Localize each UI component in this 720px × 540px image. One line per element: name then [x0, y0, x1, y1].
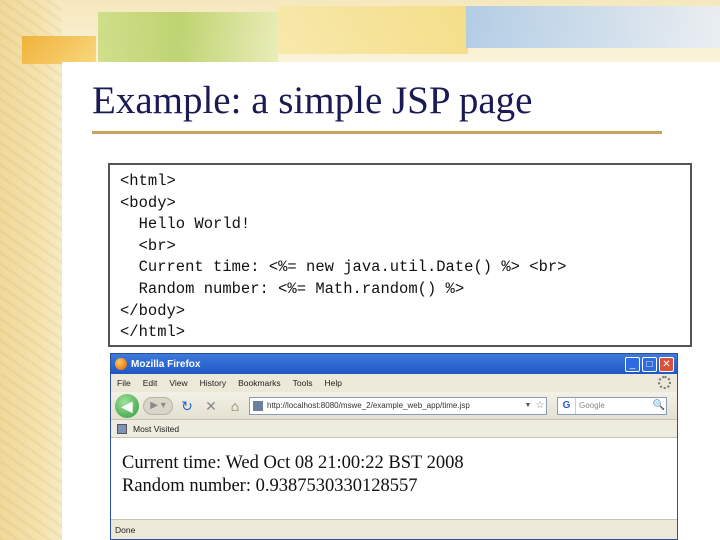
minimize-button[interactable]: _ [625, 356, 640, 372]
menu-edit[interactable]: Edit [143, 378, 158, 388]
menu-file[interactable]: File [117, 378, 131, 388]
loading-throbber-icon [658, 376, 671, 389]
status-text: Done [115, 525, 136, 535]
title-underline [92, 131, 662, 134]
status-bar: Done [111, 519, 677, 539]
firefox-logo-icon [115, 358, 127, 370]
code-line: Current time: <%= new java.util.Date() %… [120, 258, 567, 277]
search-icon[interactable]: 🔍 [652, 400, 666, 411]
decorative-orange-block [22, 36, 96, 64]
stop-icon[interactable]: ✕ [201, 396, 221, 416]
code-listing: <html> <body> Hello World! <br> Current … [108, 163, 692, 347]
decorative-blue-block [466, 6, 720, 48]
code-line: </html> [120, 323, 186, 342]
menu-view[interactable]: View [169, 378, 187, 388]
url-bar[interactable]: http://localhost:8080/mswe_2/example_web… [249, 396, 547, 415]
menu-bookmarks[interactable]: Bookmarks [238, 378, 281, 388]
code-line: </body> [120, 301, 186, 320]
decorative-yellow-block [278, 6, 468, 54]
slide-left-band [0, 0, 62, 540]
navigation-toolbar: ◀ ▶ ▾ ↻ ✕ ⌂ http://localhost:8080/mswe_2… [111, 392, 677, 420]
search-engine-icon[interactable]: G [558, 397, 576, 414]
code-line: <body> [120, 193, 176, 212]
page-random-number: Random number: 0.9387530330128557 [122, 476, 418, 496]
bookmarks-toolbar: Most Visited [111, 420, 677, 438]
window-controls: _ □ ✕ [625, 356, 677, 372]
menu-help[interactable]: Help [324, 378, 341, 388]
menu-history[interactable]: History [200, 378, 226, 388]
home-icon[interactable]: ⌂ [225, 396, 245, 416]
menu-tools[interactable]: Tools [293, 378, 313, 388]
url-dropdown-icon[interactable]: ▼ [522, 402, 534, 409]
page-current-time: Current time: Wed Oct 08 21:00:22 BST 20… [122, 453, 464, 473]
page-favicon-icon [253, 400, 263, 411]
slide-title: Example: a simple JSP page [92, 79, 533, 122]
search-input[interactable]: Google [576, 401, 652, 410]
close-button[interactable]: ✕ [659, 356, 674, 372]
decorative-green-block [98, 12, 278, 62]
page-content: Current time: Wed Oct 08 21:00:22 BST 20… [111, 438, 677, 518]
bookmark-star-icon[interactable]: ☆ [534, 400, 546, 411]
back-button[interactable]: ◀ [115, 393, 139, 418]
code-line: Random number: <%= Math.random() %> [120, 279, 465, 298]
maximize-button[interactable]: □ [642, 356, 657, 372]
browser-title: Mozilla Firefox [131, 358, 201, 370]
code-line: Hello World! [120, 215, 251, 234]
search-bar[interactable]: G Google 🔍 [557, 396, 667, 415]
browser-window: Mozilla Firefox _ □ ✕ File Edit View His… [110, 353, 678, 540]
bookmark-folder-icon [117, 423, 127, 434]
menu-bar: File Edit View History Bookmarks Tools H… [111, 374, 677, 392]
url-text[interactable]: http://localhost:8080/mswe_2/example_web… [267, 401, 522, 410]
browser-titlebar: Mozilla Firefox _ □ ✕ [111, 354, 677, 374]
bookmark-most-visited[interactable]: Most Visited [133, 424, 179, 434]
forward-button[interactable]: ▶ ▾ [143, 396, 173, 415]
code-line: <br> [120, 236, 176, 255]
code-line: <html> [120, 172, 176, 190]
reload-icon[interactable]: ↻ [177, 396, 197, 416]
